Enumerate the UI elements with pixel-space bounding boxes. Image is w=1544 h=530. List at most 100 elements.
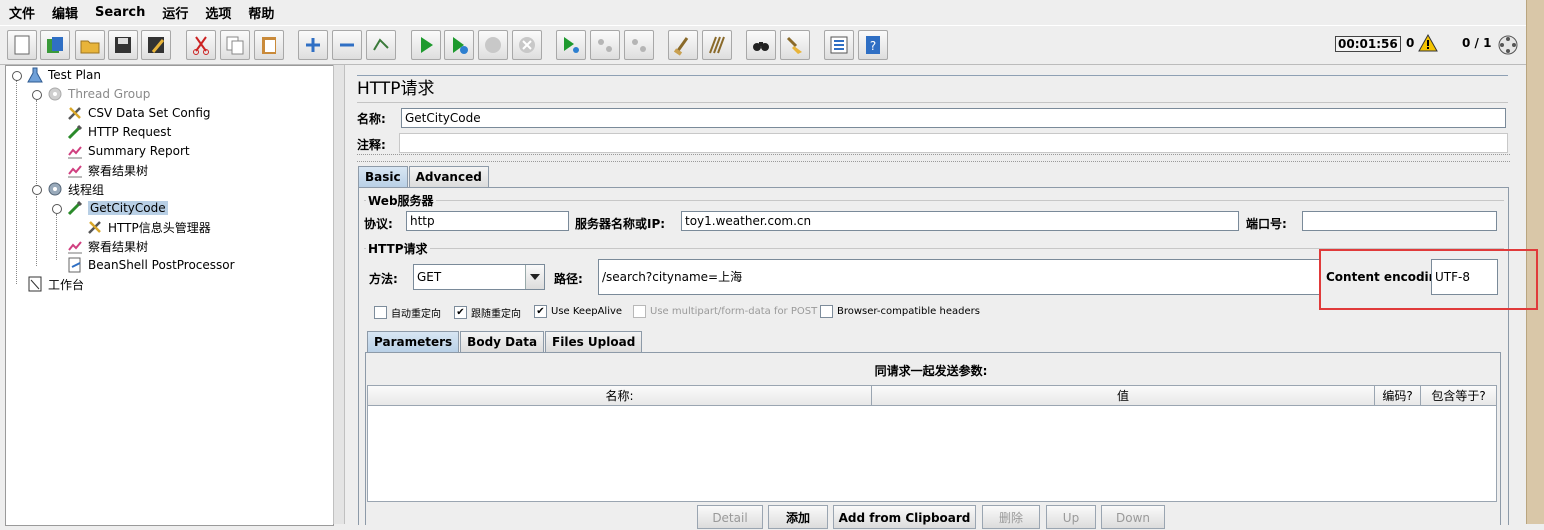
templates-button[interactable] — [40, 30, 70, 60]
name-field[interactable]: GetCityCode — [401, 108, 1506, 128]
menu-run[interactable]: 运行 — [153, 3, 196, 22]
column-header-encode[interactable]: 编码? — [1375, 386, 1421, 406]
menu-search[interactable]: Search — [86, 5, 153, 20]
toggle-button[interactable] — [366, 30, 396, 60]
cut-icon — [193, 36, 209, 55]
expander-thread-group[interactable] — [32, 90, 42, 100]
collapse-divider[interactable] — [357, 154, 1510, 162]
templates-icon — [47, 37, 63, 53]
start-no-pause-button[interactable] — [444, 30, 474, 60]
server-field[interactable]: toy1.weather.com.cn — [681, 211, 1239, 231]
name-row: 名称: — [357, 110, 386, 127]
method-select[interactable]: GET — [413, 264, 545, 290]
cut-button[interactable] — [186, 30, 216, 60]
tree-node-http-request[interactable]: HTTP Request — [66, 123, 171, 141]
follow-redirect-checkbox[interactable]: ✔ 跟随重定向 — [454, 305, 521, 320]
delete-button[interactable]: 删除 — [982, 505, 1040, 529]
pipette-icon — [67, 124, 83, 140]
checkbox-box — [633, 305, 646, 318]
down-button[interactable]: Down — [1101, 505, 1165, 529]
tab-files-upload[interactable]: Files Upload — [545, 331, 643, 352]
start-icon — [421, 37, 433, 53]
auto-redirect-checkbox[interactable]: 自动重定向 — [374, 305, 441, 320]
split-pane-divider[interactable] — [333, 65, 345, 524]
column-header-name[interactable]: 名称: — [368, 386, 872, 406]
up-button[interactable]: Up — [1046, 505, 1096, 529]
path-field[interactable]: /search?cityname=上海 — [598, 259, 1320, 295]
menu-edit[interactable]: 编辑 — [43, 3, 86, 22]
tree-node-workbench[interactable]: 工作台 — [26, 275, 84, 293]
wrench-icon — [88, 221, 101, 234]
multipart-checkbox[interactable]: Use multipart/form-data for POST — [633, 305, 817, 318]
help-icon: ? — [866, 36, 880, 54]
remote-stop-button[interactable] — [590, 30, 620, 60]
tree-node-beanshell[interactable]: BeanShell PostProcessor — [66, 256, 235, 274]
clear-button[interactable] — [668, 30, 698, 60]
function-helper-button[interactable] — [824, 30, 854, 60]
clear-all-button[interactable] — [702, 30, 732, 60]
search-button[interactable] — [746, 30, 776, 60]
page-title: HTTP请求 — [357, 75, 1508, 103]
column-header-include-equals[interactable]: 包含等于? — [1421, 386, 1496, 406]
column-header-value[interactable]: 值 — [872, 386, 1375, 406]
tree-node-thread-group-cn[interactable]: 线程组 — [46, 180, 104, 198]
menu-options[interactable]: 选项 — [196, 3, 239, 22]
expander-test-plan[interactable] — [12, 71, 22, 81]
shutdown-button[interactable] — [512, 30, 542, 60]
tree-node-header-manager[interactable]: HTTP信息头管理器 — [86, 218, 211, 236]
tree-node-view-results-2[interactable]: 察看结果树 — [66, 237, 148, 255]
test-plan-tree[interactable]: Test Plan Thread Group CSV Data Set Conf… — [5, 65, 334, 526]
menu-help[interactable]: 帮助 — [239, 3, 282, 22]
tree-node-view-results-1[interactable]: 察看结果树 — [66, 161, 148, 179]
elapsed-timer: 00:01:56 — [1335, 36, 1401, 52]
start-button[interactable] — [411, 30, 441, 60]
remote-start-button[interactable] — [556, 30, 586, 60]
path-label: 路径: — [554, 272, 583, 286]
gear-icon — [48, 182, 62, 196]
collapse-button[interactable] — [332, 30, 362, 60]
clear-icon — [673, 37, 689, 56]
tree-node-summary-report[interactable]: Summary Report — [66, 142, 190, 160]
search-icon — [753, 42, 769, 51]
copy-icon — [226, 36, 244, 55]
browser-headers-checkbox[interactable]: Browser-compatible headers — [820, 305, 980, 318]
protocol-field[interactable]: http — [406, 211, 569, 231]
remote-shutdown-button[interactable] — [624, 30, 654, 60]
stop-button[interactable] — [478, 30, 508, 60]
expand-button[interactable] — [298, 30, 328, 60]
checkbox-label: 跟随重定向 — [471, 309, 521, 320]
reset-search-icon — [786, 36, 802, 54]
tree-node-get-city-code[interactable]: GetCityCode — [66, 199, 168, 217]
warning-count: 0 — [1406, 36, 1415, 50]
config-tabs: Basic Advanced — [358, 166, 490, 187]
copy-button[interactable] — [220, 30, 250, 60]
expander-thread-group-cn[interactable] — [32, 185, 42, 195]
add-button[interactable]: 添加 — [768, 505, 828, 529]
detail-button[interactable]: Detail — [697, 505, 763, 529]
checkbox-box — [820, 305, 833, 318]
params-title: 同请求一起发送参数: — [874, 364, 988, 378]
tab-basic[interactable]: Basic — [358, 166, 408, 187]
comment-field[interactable] — [399, 133, 1508, 153]
tree-node-test-plan[interactable]: Test Plan — [26, 66, 101, 84]
tab-body-data[interactable]: Body Data — [460, 331, 545, 352]
new-button[interactable] — [7, 30, 37, 60]
tree-node-csv[interactable]: CSV Data Set Config — [66, 104, 211, 122]
keepalive-checkbox[interactable]: ✔ Use KeepAlive — [534, 305, 622, 318]
warning-counter[interactable]: 0 — [1406, 34, 1439, 52]
parameters-table[interactable]: 名称: 值 编码? 包含等于? — [367, 385, 1497, 502]
reset-search-button[interactable] — [780, 30, 810, 60]
open-button[interactable] — [75, 30, 105, 60]
paste-button[interactable] — [254, 30, 284, 60]
tree-node-thread-group[interactable]: Thread Group — [46, 85, 150, 103]
port-field[interactable] — [1302, 211, 1497, 231]
save-as-button[interactable] — [141, 30, 171, 60]
tab-parameters[interactable]: Parameters — [367, 331, 460, 352]
menu-file[interactable]: 文件 — [0, 3, 43, 22]
add-from-clipboard-button[interactable]: Add from Clipboard — [833, 505, 976, 529]
help-button[interactable]: ? — [858, 30, 888, 60]
tab-advanced[interactable]: Advanced — [408, 166, 489, 187]
chevron-down-icon[interactable] — [525, 265, 544, 289]
save-button[interactable] — [108, 30, 138, 60]
expander-get-city-code[interactable] — [52, 204, 62, 214]
